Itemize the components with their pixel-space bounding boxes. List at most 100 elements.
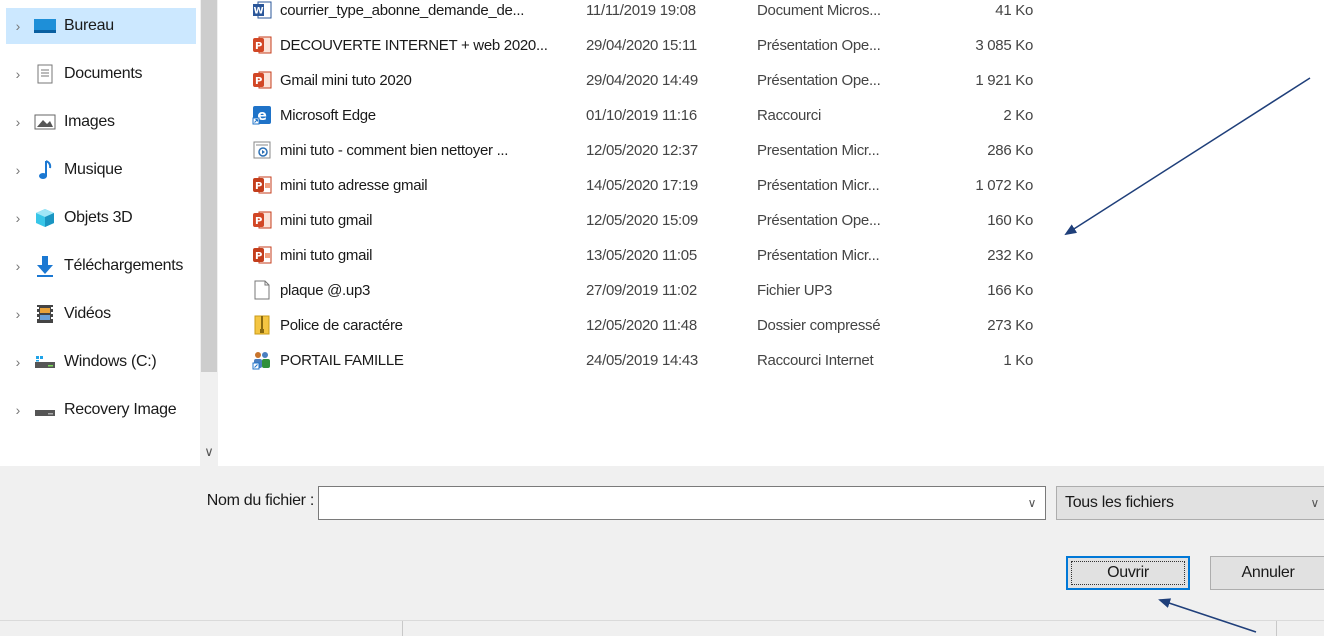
file-size: 2 Ko (1003, 106, 1033, 124)
file-size: 286 Ko (987, 141, 1033, 159)
nav-item-musique[interactable]: › Musique (6, 152, 196, 188)
navigation-pane: › Bureau › Documents › Images › Musique … (0, 0, 200, 466)
chevron-down-icon[interactable]: ∨ (1024, 494, 1040, 512)
chevron-down-icon[interactable]: ∨ (1311, 487, 1320, 519)
svg-text:P: P (255, 41, 262, 52)
file-row[interactable]: P DECOUVERTE INTERNET + web 2020... 29/0… (218, 27, 1048, 63)
downloads-icon (34, 255, 56, 277)
nav-item-label: Objets 3D (64, 209, 133, 226)
pptx-icon: P (252, 174, 272, 196)
file-row[interactable]: e Microsoft Edge 01/10/2019 11:16 Raccou… (218, 97, 1048, 133)
file-type: Presentation Micr... (757, 141, 880, 159)
videos-icon (34, 303, 56, 325)
svg-text:P: P (255, 181, 262, 192)
file-name: mini tuto - comment bien nettoyer ... (280, 141, 509, 159)
slideshow-icon (252, 139, 272, 161)
file-row[interactable]: P mini tuto adresse gmail 14/05/2020 17:… (218, 167, 1048, 203)
chevron-right-icon[interactable]: › (6, 402, 30, 418)
3d-objects-icon (34, 207, 56, 229)
file-list: W courrier_type_abonne_demande_de... 11/… (218, 0, 1324, 466)
file-row[interactable]: Police de caractére 12/05/2020 11:48 Dos… (218, 307, 1048, 343)
file-row[interactable]: mini tuto - comment bien nettoyer ... 12… (218, 132, 1048, 168)
file-name: plaque @.up3 (280, 281, 371, 299)
file-date: 29/04/2020 15:11 (586, 36, 697, 54)
file-type: Raccourci Internet (757, 351, 874, 369)
nav-item-telechargements[interactable]: › Téléchargements (6, 248, 196, 284)
nav-item-label: Téléchargements (64, 257, 184, 274)
nav-item-bureau[interactable]: › Bureau (6, 8, 196, 44)
file-size: 166 Ko (987, 281, 1033, 299)
filename-label: Nom du fichier : (206, 492, 315, 509)
scrollbar-thumb[interactable] (201, 0, 217, 372)
chevron-right-icon[interactable]: › (6, 306, 30, 322)
file-date: 12/05/2020 11:48 (586, 316, 697, 334)
file-name: mini tuto adresse gmail (280, 176, 428, 194)
chevron-right-icon[interactable]: › (6, 162, 30, 178)
edge-icon: e (252, 104, 272, 126)
file-date: 12/05/2020 12:37 (586, 141, 698, 159)
file-type: Présentation Ope... (757, 211, 881, 229)
documents-icon (34, 63, 56, 85)
nav-item-videos[interactable]: › Vidéos (6, 296, 196, 332)
nav-item-label: Vidéos (64, 305, 111, 322)
nav-scrollbar[interactable]: ∨ (200, 0, 218, 466)
nav-item-recovery-image[interactable]: › Recovery Image (6, 392, 196, 428)
file-row[interactable]: PORTAIL FAMILLE 24/05/2019 14:43 Raccour… (218, 342, 1048, 378)
cancel-button-label: Annuler (1241, 564, 1295, 581)
file-name: PORTAIL FAMILLE (280, 351, 404, 369)
desktop-icon (34, 15, 56, 37)
chevron-right-icon[interactable]: › (6, 66, 30, 82)
nav-item-label: Documents (64, 65, 143, 82)
file-size: 160 Ko (987, 211, 1033, 229)
file-type: Présentation Ope... (757, 71, 881, 89)
file-row[interactable]: W courrier_type_abonne_demande_de... 11/… (218, 0, 1048, 28)
nav-item-label: Bureau (64, 17, 114, 34)
file-size: 273 Ko (987, 316, 1033, 334)
file-row[interactable]: plaque @.up3 27/09/2019 11:02 Fichier UP… (218, 272, 1048, 308)
status-divider (1276, 621, 1277, 636)
file-type: Dossier compressé (757, 316, 881, 334)
focus-rectangle (1071, 561, 1185, 585)
blank-file-icon (252, 279, 272, 301)
file-row[interactable]: P mini tuto gmail 12/05/2020 15:09 Prése… (218, 202, 1048, 238)
nav-item-objets-3d[interactable]: › Objets 3D (6, 200, 196, 236)
file-name: courrier_type_abonne_demande_de... (280, 1, 525, 19)
dialog-footer: Nom du fichier : ∨ Tous les fichiers ∨ O… (0, 466, 1324, 635)
file-name: DECOUVERTE INTERNET + web 2020... (280, 36, 548, 54)
file-row[interactable]: P Gmail mini tuto 2020 29/04/2020 14:49 … (218, 62, 1048, 98)
powerpoint-icon: P (252, 209, 272, 231)
chevron-right-icon[interactable]: › (6, 210, 30, 226)
chevron-right-icon[interactable]: › (6, 258, 30, 274)
file-date: 27/09/2019 11:02 (586, 281, 697, 299)
cancel-button[interactable]: Annuler (1210, 556, 1324, 590)
file-date: 12/05/2020 15:09 (586, 211, 698, 229)
pictures-icon (34, 111, 56, 133)
file-date: 11/11/2019 19:08 (586, 1, 696, 19)
chevron-right-icon[interactable]: › (6, 18, 30, 34)
file-date: 24/05/2019 14:43 (586, 351, 698, 369)
nav-item-documents[interactable]: › Documents (6, 56, 196, 92)
chevron-right-icon[interactable]: › (6, 354, 30, 370)
filename-input[interactable] (318, 486, 1046, 520)
nav-item-label: Musique (64, 161, 123, 178)
file-date: 14/05/2020 17:19 (586, 176, 698, 194)
file-name: mini tuto gmail (280, 246, 373, 264)
file-name: mini tuto gmail (280, 211, 373, 229)
powerpoint-icon: P (252, 34, 272, 56)
nav-item-images[interactable]: › Images (6, 104, 196, 140)
svg-text:P: P (255, 216, 262, 227)
chevron-down-icon[interactable]: ∨ (200, 442, 218, 462)
file-row[interactable]: P mini tuto gmail 13/05/2020 11:05 Prése… (218, 237, 1048, 273)
file-size: 1 921 Ko (975, 71, 1033, 89)
file-type-filter[interactable]: Tous les fichiers ∨ (1056, 486, 1324, 520)
file-size: 3 085 Ko (975, 36, 1033, 54)
file-type: Présentation Ope... (757, 36, 881, 54)
drive-icon (34, 351, 56, 373)
file-name: Gmail mini tuto 2020 (280, 71, 412, 89)
nav-item-label: Windows (C:) (64, 353, 157, 370)
nav-item-windows-c[interactable]: › Windows (C:) (6, 344, 196, 380)
file-size: 41 Ko (995, 1, 1033, 19)
open-button[interactable]: Ouvrir (1066, 556, 1190, 590)
chevron-right-icon[interactable]: › (6, 114, 30, 130)
drive-icon (34, 399, 56, 421)
